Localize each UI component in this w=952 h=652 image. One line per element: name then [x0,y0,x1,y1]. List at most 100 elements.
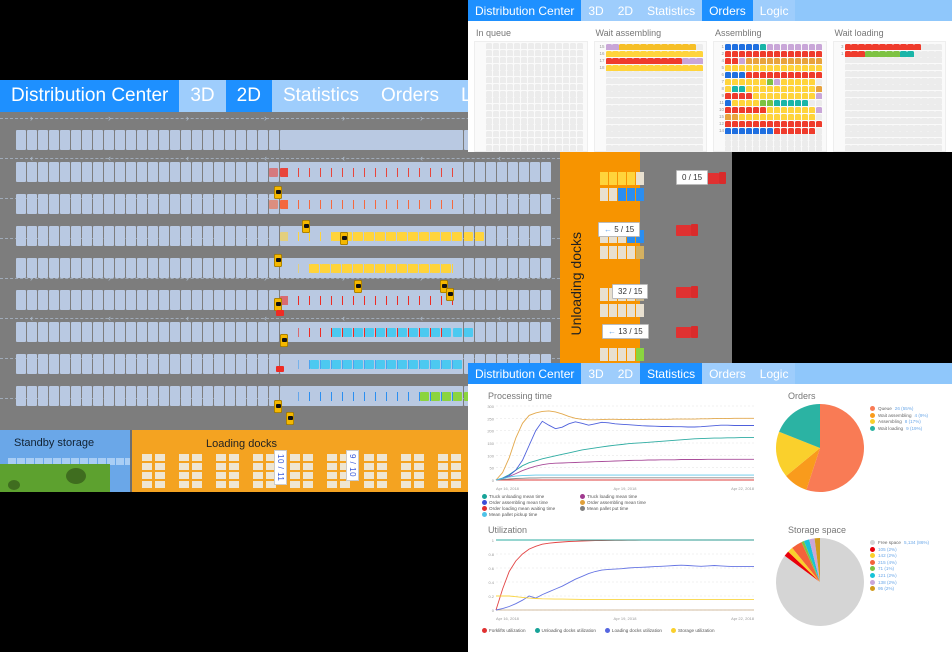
forklift[interactable] [340,232,348,245]
rack-slot [236,130,246,150]
order-cell [562,131,570,138]
order-cell [562,56,570,63]
forklift[interactable] [302,220,310,233]
order-cell [766,50,774,57]
order-cell [858,97,865,104]
tab-logic[interactable]: Logic [752,0,796,21]
order-grid[interactable]: 15 16 17 18 [593,41,707,152]
order-cell [914,64,921,71]
order-cells [605,138,703,145]
order-row [595,131,707,138]
storage-rack[interactable] [288,290,551,310]
forklift[interactable] [354,280,362,293]
legend-label: Wait assembling [878,412,912,418]
dock-slot [377,481,387,488]
unloading-slot [609,246,617,259]
order-cell [808,50,816,57]
order-cell [879,43,886,50]
tab-2d[interactable]: 2D [610,363,641,384]
processing-time-chart[interactable]: 0 50 100 150 200 250 300 Apr 16, 2018 Apr 19, 20… [474,402,762,492]
tab-2d[interactable]: 2D [225,80,272,112]
forklift[interactable] [280,334,288,347]
order-cell [548,56,556,63]
rack-slot [398,194,408,214]
order-grid[interactable]: 1 2 4 5 6 7 8 9 11 10 15 12 14 [713,41,827,152]
dock-slot [364,472,374,479]
unloading-truck[interactable] [676,224,698,236]
legend-item: Assembling 8 (17%) [870,419,928,425]
order-cell [773,92,781,99]
forklift[interactable] [274,400,282,413]
order-cell [921,90,928,97]
tab-3d[interactable]: 3D [581,363,611,384]
unloading-truck[interactable] [676,326,698,338]
order-grid[interactable] [474,41,588,152]
tab-statistics[interactable]: Statistics [640,0,703,21]
order-cell [900,77,907,84]
order-cell [612,64,619,71]
order-cell [647,118,654,125]
tab-logic[interactable]: Logic [752,363,796,384]
order-cells [725,57,823,64]
tab-orders[interactable]: Orders [702,0,753,21]
tab-3d[interactable]: 3D [179,80,226,112]
tab-3d[interactable]: 3D [581,0,611,21]
order-row [714,146,826,151]
rack-slot [236,290,246,310]
order-cell [893,144,900,151]
order-cell [851,144,858,151]
dock-slot [303,481,313,488]
order-cell [633,43,640,50]
aisle-arrow: › [30,113,33,123]
rack-slot [288,322,298,342]
tab-statistics[interactable]: Statistics [271,80,370,112]
order-cell [527,83,535,90]
order-grid[interactable]: 31 [832,41,946,152]
order-row: 6 [714,71,826,78]
utilization-chart[interactable]: 0 0.2 0.4 0.6 0.8 1 Apr 16, 2018 Apr 19, 2018 Ap… [474,536,762,626]
order-cell [815,146,823,151]
forklift[interactable] [446,288,454,301]
legend-item: Wait loading 9 (19%) [870,425,928,431]
order-cells [605,43,703,50]
tab-statistics[interactable]: Statistics [640,363,703,384]
truck-trailer [676,286,691,298]
rack-slot [16,130,26,150]
order-cell [626,144,633,151]
orders-column-3: Wait loading 3 1 [832,25,946,152]
order-cell [520,50,528,57]
order-cell [682,50,689,57]
order-cell [914,50,921,57]
order-cell [612,43,619,50]
order-row: 2 [714,50,826,57]
orders-pie-chart[interactable] [774,402,866,499]
order-cells [605,131,703,138]
tab-orders[interactable]: Orders [369,80,451,112]
forklift[interactable] [274,186,282,199]
pallet [398,360,407,369]
storage-rack[interactable] [288,194,551,214]
order-cells [486,90,584,97]
order-cell [576,83,584,90]
rack-slot [16,226,26,246]
pallet [332,328,341,337]
forklift[interactable] [286,412,294,425]
order-cell [752,127,760,134]
pallet [453,392,462,401]
forklift[interactable] [274,254,282,267]
order-cell [886,70,893,77]
storage-rack[interactable] [288,162,551,182]
order-cell [569,83,577,90]
legend-item: 215 (4%) [870,559,929,565]
tab-2d[interactable]: 2D [610,0,641,21]
unloading-truck[interactable] [676,286,698,298]
order-cell [619,118,626,125]
loading-dock-counter-1: 10 / 11 [274,450,287,486]
order-cell [935,117,942,124]
storage-pie-chart[interactable] [774,536,866,633]
tab-orders[interactable]: Orders [702,363,753,384]
order-cell [668,71,675,78]
rack-slot [530,162,540,182]
order-cell [794,43,802,50]
rack-slot [299,322,309,342]
